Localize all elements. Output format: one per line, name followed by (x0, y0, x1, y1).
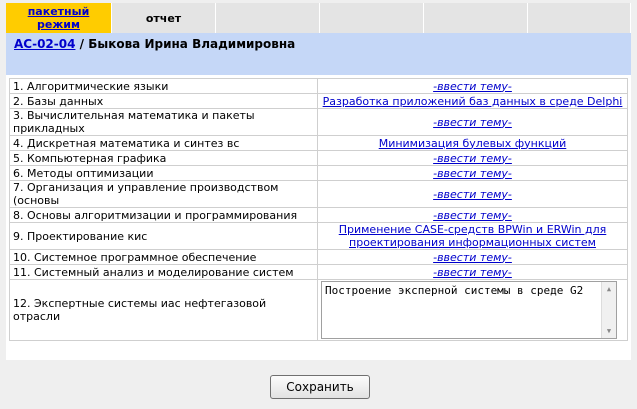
tab-bar: пакетный режим отчет (6, 3, 631, 33)
table-row: 9. Проектирование кис Применение CASE-ср… (9, 222, 628, 250)
tab-label: отчет (145, 11, 182, 25)
table-row: 7. Организация и управление производство… (9, 180, 628, 208)
subjects-panel: 1. Алгоритмические языки -ввести тему- 2… (6, 75, 631, 360)
scroll-down-arrow-icon[interactable]: ▼ (602, 324, 616, 338)
topic-link[interactable]: Разработка приложений баз данных в среде… (323, 95, 623, 108)
student-header: АС-02-04 / Быкова Ирина Владимировна (6, 33, 631, 75)
enter-topic-link[interactable]: -ввести тему- (433, 80, 512, 93)
subject-name: 10. Системное программное обеспечение (9, 249, 318, 265)
subject-name: 2. Базы данных (9, 93, 318, 109)
table-row: 11. Системный анализ и моделирование сис… (9, 264, 628, 280)
enter-topic-link[interactable]: -ввести тему- (433, 116, 512, 129)
table-row: 2. Базы данных Разработка приложений баз… (9, 93, 628, 109)
tab-label: пакетный режим (27, 5, 90, 31)
save-button[interactable]: Сохранить (270, 375, 370, 399)
table-row: 12. Экспертные системы иас нефтегазовой … (9, 279, 628, 341)
enter-topic-link[interactable]: -ввести тему- (433, 167, 512, 180)
enter-topic-link[interactable]: -ввести тему- (433, 266, 512, 279)
table-row: 8. Основы алгоритмизации и программирова… (9, 207, 628, 223)
subject-name: 5. Компьютерная графика (9, 150, 318, 166)
enter-topic-link[interactable]: -ввести тему- (433, 152, 512, 165)
table-row: 6. Методы оптимизации -ввести тему- (9, 165, 628, 181)
tab-batch-mode[interactable]: пакетный режим (6, 3, 112, 33)
table-row: 5. Компьютерная графика -ввести тему- (9, 150, 628, 166)
tab-empty-4[interactable] (320, 3, 424, 33)
subject-name: 3. Вычислительная математика и пакеты пр… (9, 108, 318, 136)
enter-topic-link[interactable]: -ввести тему- (433, 251, 512, 264)
tab-empty-3[interactable] (216, 3, 320, 33)
header-separator: / (75, 37, 89, 51)
table-row: 3. Вычислительная математика и пакеты пр… (9, 108, 628, 136)
textarea-scrollbar[interactable]: ▲ ▼ (601, 282, 616, 338)
subject-name: 1. Алгоритмические языки (9, 78, 318, 94)
tab-empty-6[interactable] (528, 3, 631, 33)
subject-name: 6. Методы оптимизации (9, 165, 318, 181)
student-name: Быкова Ирина Владимировна (88, 37, 296, 51)
subject-name: 12. Экспертные системы иас нефтегазовой … (9, 279, 318, 341)
table-row: 1. Алгоритмические языки -ввести тему- (9, 78, 628, 94)
enter-topic-link[interactable]: -ввести тему- (433, 209, 512, 222)
group-code-link[interactable]: АС-02-04 (14, 37, 75, 51)
table-row: 4. Дискретная математика и синтез вс Мин… (9, 135, 628, 151)
subject-name: 4. Дискретная математика и синтез вс (9, 135, 318, 151)
tab-report[interactable]: отчет (112, 3, 216, 33)
tab-empty-5[interactable] (424, 3, 528, 33)
topic-link[interactable]: Минимизация булевых функций (379, 137, 567, 150)
topic-textarea-value: Построение эксперной системы в среде G2 (325, 284, 584, 297)
table-row: 10. Системное программное обеспечение -в… (9, 249, 628, 265)
subjects-table: 1. Алгоритмические языки -ввести тему- 2… (9, 78, 628, 341)
subject-name: 8. Основы алгоритмизации и программирова… (9, 207, 318, 223)
topic-textarea[interactable]: Построение эксперной системы в среде G2 … (321, 281, 617, 339)
topic-link[interactable]: Применение CASE-средств BPWin и ERWin дл… (339, 223, 607, 249)
enter-topic-link[interactable]: -ввести тему- (433, 188, 512, 201)
subject-name: 11. Системный анализ и моделирование сис… (9, 264, 318, 280)
scroll-up-arrow-icon[interactable]: ▲ (602, 282, 616, 296)
subject-name: 9. Проектирование кис (9, 222, 318, 250)
subject-name: 7. Организация и управление производство… (9, 180, 318, 208)
